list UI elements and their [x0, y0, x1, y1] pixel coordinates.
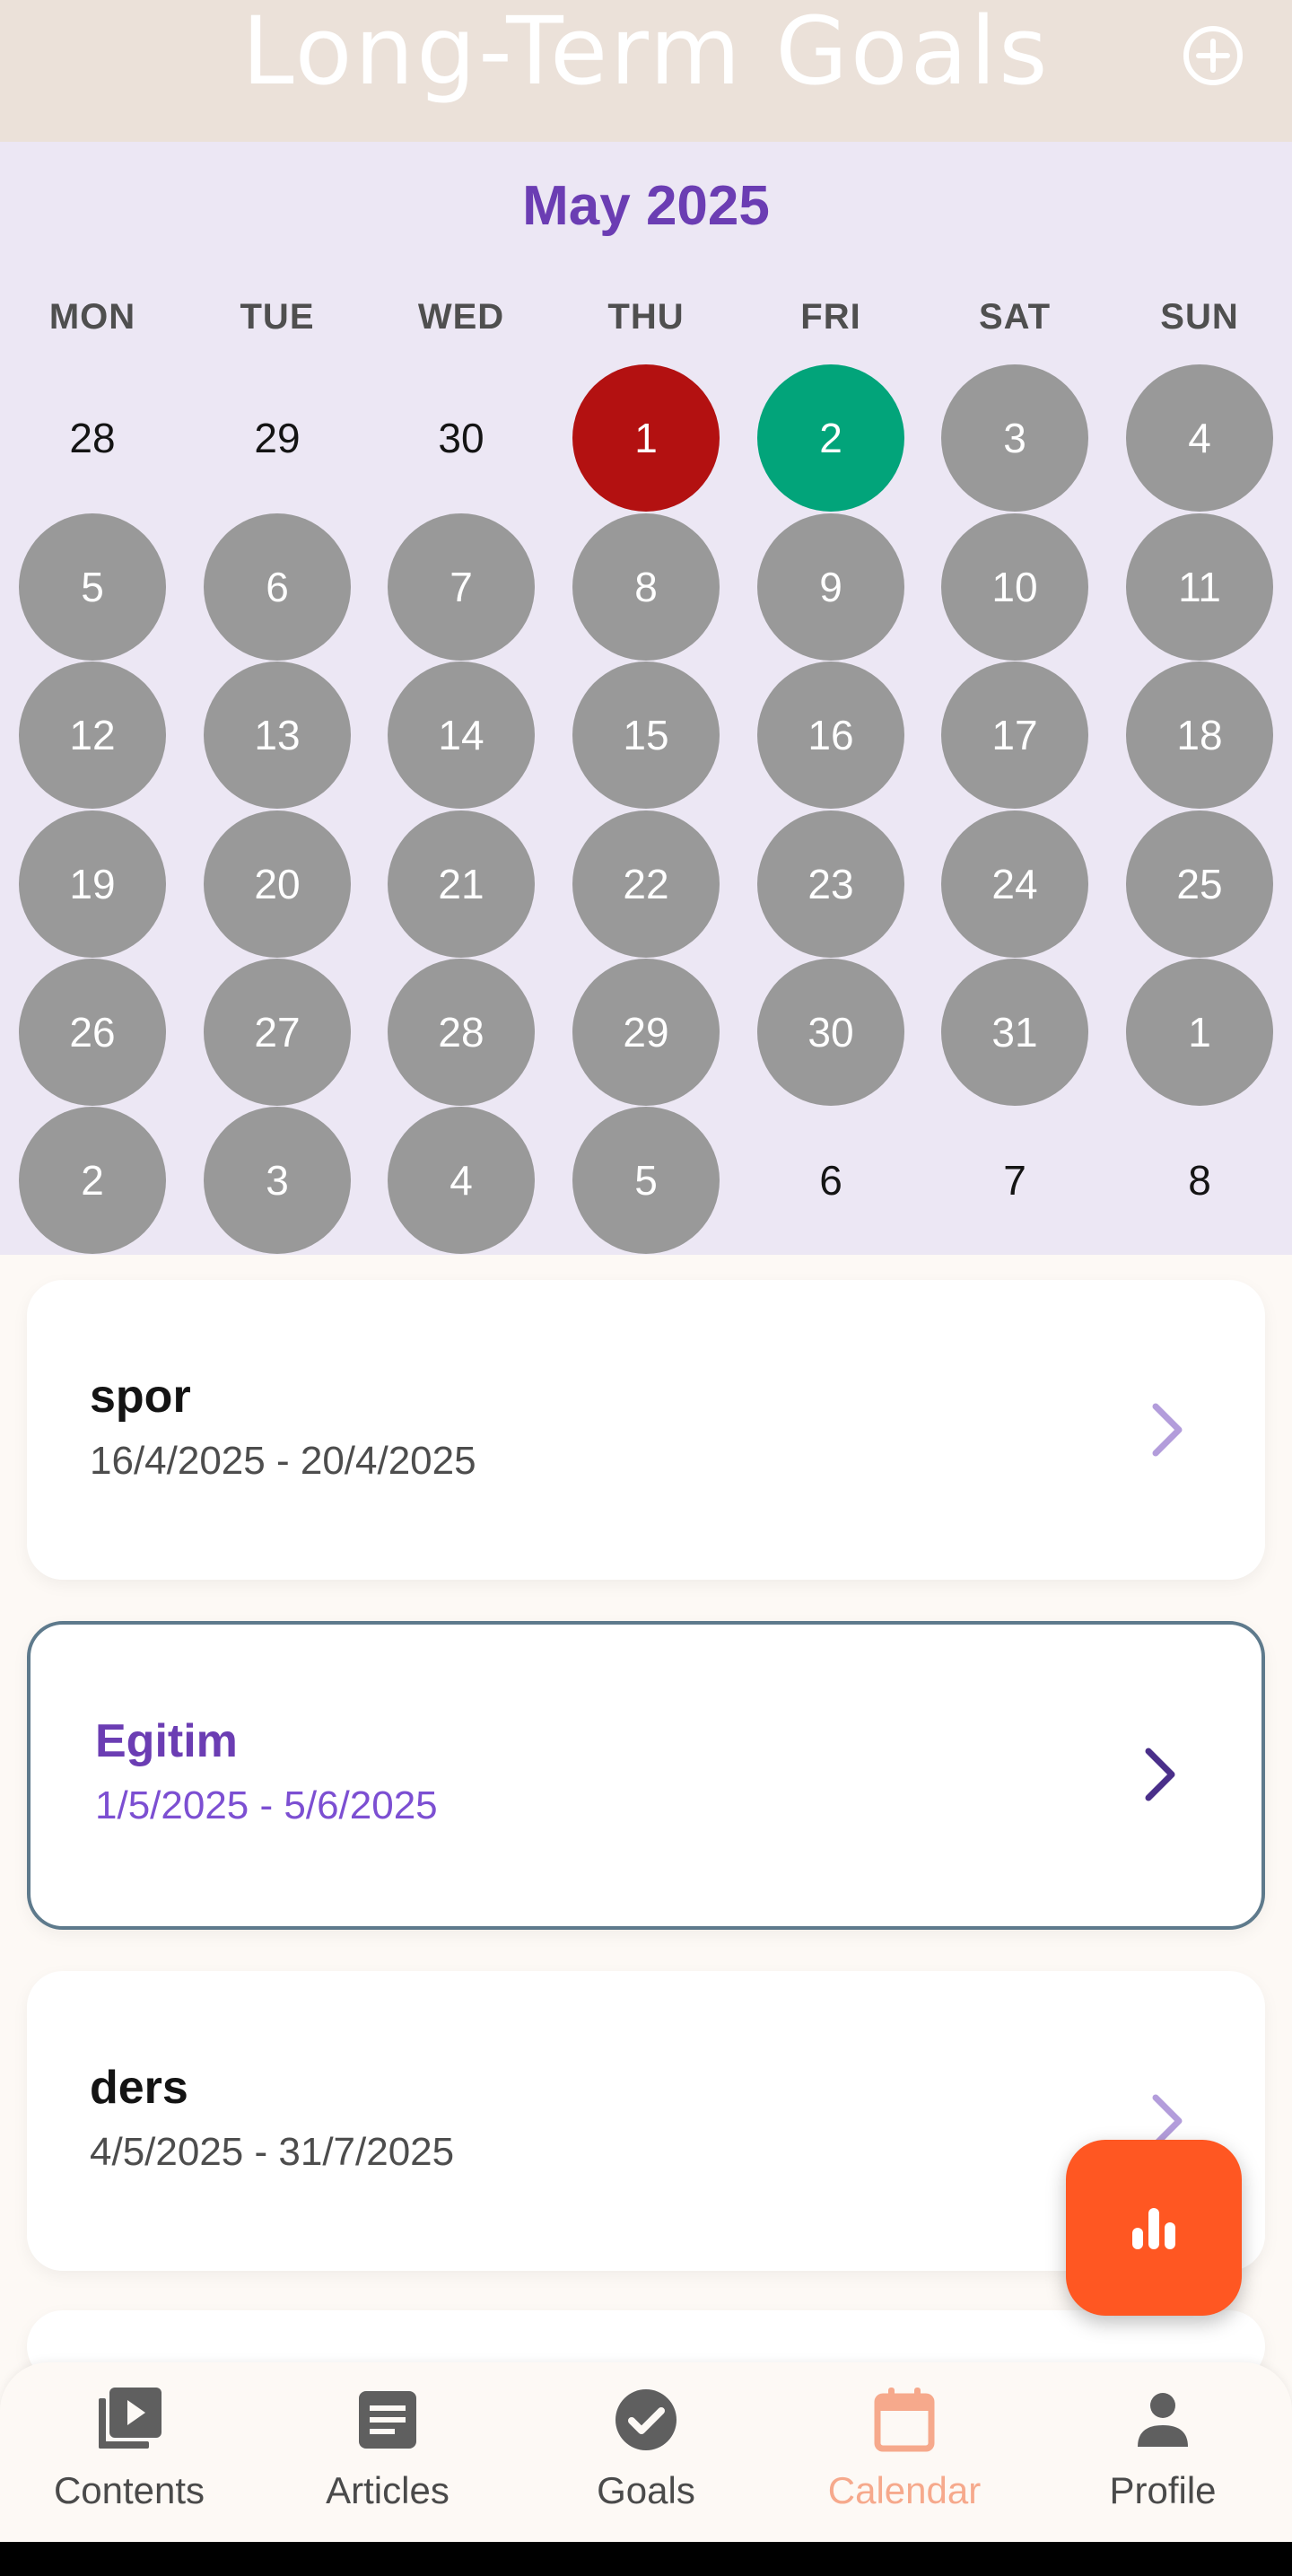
month-title: May 2025	[522, 175, 770, 237]
calendar-day[interactable]: 7	[388, 513, 535, 661]
calendar-day[interactable]: 6	[204, 513, 351, 661]
calendar: May 2025 MON TUE WED THU FRI SAT SUN 28 29 30 1 2 3…	[0, 142, 1292, 1255]
calendar-day[interactable]: 22	[572, 810, 720, 958]
calendar-day[interactable]: 10	[941, 513, 1088, 661]
stats-fab-button[interactable]	[1066, 2140, 1242, 2316]
weekday-label: THU	[607, 297, 685, 337]
nav-label: Calendar	[827, 2469, 982, 2511]
goal-name: Egitim	[95, 1715, 238, 1767]
calendar-day[interactable]: 14	[388, 662, 535, 809]
calendar-day[interactable]: 25	[1126, 810, 1273, 958]
calendar-day[interactable]: 27	[204, 959, 351, 1106]
weekday-label: SAT	[978, 297, 1052, 337]
calendar-day[interactable]: 2	[757, 364, 904, 512]
calendar-day[interactable]: 24	[941, 810, 1088, 958]
article-icon	[359, 2391, 416, 2449]
nav-profile[interactable]: Profile	[1034, 2362, 1292, 2542]
goal-name: ders	[90, 2062, 188, 2114]
calendar-day[interactable]: 29	[572, 959, 720, 1106]
page-title: Long-Term Goals	[241, 0, 1051, 106]
goal-date-range: 4/5/2025 - 31/7/2025	[90, 2130, 455, 2174]
calendar-day[interactable]: 19	[19, 810, 166, 958]
nav-label: Profile	[1109, 2469, 1217, 2511]
calendar-day[interactable]: 6	[757, 1107, 904, 1254]
system-navigation-bar	[0, 2542, 1292, 2576]
calendar-day[interactable]: 11	[1126, 513, 1273, 661]
weekday-label: SUN	[1160, 297, 1239, 337]
nav-label: Goals	[597, 2469, 695, 2511]
weekday-label: WED	[417, 297, 505, 337]
calendar-day[interactable]: 20	[204, 810, 351, 958]
app-header: Long-Term Goals	[0, 0, 1292, 142]
weekday-label: TUE	[240, 297, 315, 337]
goal-name: spor	[90, 1371, 191, 1423]
calendar-day[interactable]: 1	[572, 364, 720, 512]
bottom-navigation: Contents Articles Goals Calendar Profile	[0, 2362, 1292, 2542]
calendar-day[interactable]: 5	[572, 1107, 720, 1254]
calendar-day[interactable]: 8	[572, 513, 720, 661]
nav-contents[interactable]: Contents	[0, 2362, 258, 2542]
goal-card[interactable]: Egitim 1/5/2025 - 5/6/2025	[27, 1621, 1265, 1930]
weekday-label: FRI	[800, 297, 861, 337]
calendar-day[interactable]: 9	[757, 513, 904, 661]
calendar-day[interactable]: 5	[19, 513, 166, 661]
bar-chart-icon	[1132, 2208, 1175, 2249]
calendar-day[interactable]: 23	[757, 810, 904, 958]
calendar-day[interactable]: 29	[204, 364, 351, 512]
chevron-right-icon	[1152, 1403, 1183, 1457]
calendar-day[interactable]: 17	[941, 662, 1088, 809]
calendar-day[interactable]: 31	[941, 959, 1088, 1106]
calendar-day[interactable]: 15	[572, 662, 720, 809]
video-library-icon	[99, 2388, 162, 2449]
nav-articles[interactable]: Articles	[258, 2362, 517, 2542]
calendar-day[interactable]: 4	[1126, 364, 1273, 512]
calendar-day[interactable]: 28	[388, 959, 535, 1106]
nav-calendar[interactable]: Calendar	[775, 2362, 1034, 2542]
calendar-day[interactable]: 7	[941, 1107, 1088, 1254]
add-goal-button[interactable]	[1179, 22, 1247, 90]
calendar-day[interactable]: 1	[1126, 959, 1273, 1106]
calendar-day[interactable]: 30	[757, 959, 904, 1106]
nav-label: Articles	[326, 2469, 450, 2511]
calendar-day[interactable]: 21	[388, 810, 535, 958]
calendar-day[interactable]: 16	[757, 662, 904, 809]
calendar-day[interactable]: 26	[19, 959, 166, 1106]
calendar-day[interactable]: 28	[19, 364, 166, 512]
nav-label: Contents	[53, 2469, 205, 2511]
person-icon	[1138, 2393, 1188, 2447]
goal-card[interactable]: spor 16/4/2025 - 20/4/2025	[27, 1280, 1265, 1580]
calendar-day[interactable]: 13	[204, 662, 351, 809]
calendar-day[interactable]: 8	[1126, 1107, 1273, 1254]
calendar-day[interactable]: 3	[204, 1107, 351, 1254]
goal-date-range: 16/4/2025 - 20/4/2025	[90, 1439, 476, 1483]
check-circle-icon	[615, 2389, 677, 2450]
calendar-day[interactable]: 12	[19, 662, 166, 809]
chevron-right-icon	[1145, 1748, 1175, 1801]
weekday-label: MON	[48, 297, 136, 337]
calendar-icon	[874, 2388, 935, 2452]
calendar-day[interactable]: 30	[388, 364, 535, 512]
nav-goals[interactable]: Goals	[517, 2362, 775, 2542]
calendar-day[interactable]: 3	[941, 364, 1088, 512]
add-circle-icon	[1183, 26, 1243, 85]
calendar-day[interactable]: 18	[1126, 662, 1273, 809]
calendar-day[interactable]: 4	[388, 1107, 535, 1254]
goal-date-range: 1/5/2025 - 5/6/2025	[95, 1783, 438, 1827]
calendar-day[interactable]: 2	[19, 1107, 166, 1254]
